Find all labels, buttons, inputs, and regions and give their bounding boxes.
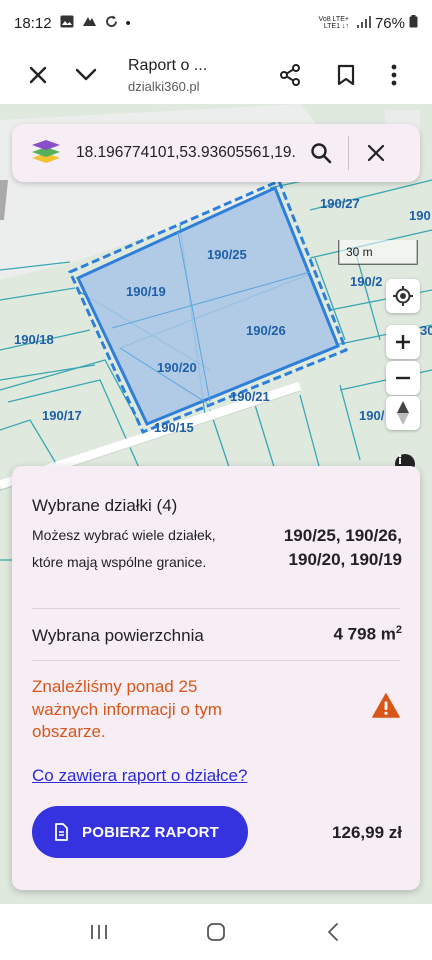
alarm-icon	[82, 14, 97, 32]
parcel-label[interactable]: 190/2	[350, 274, 383, 289]
sync-icon	[105, 15, 118, 32]
report-price: 126,99 zł	[332, 823, 402, 842]
download-report-button[interactable]: POBIERZ RAPORT	[32, 806, 248, 858]
parcel-label[interactable]: 190/21	[230, 389, 270, 404]
search-divider	[348, 136, 349, 170]
report-info-link[interactable]: Co zawiera raport o działce?	[32, 766, 247, 786]
selected-parcels: 190/25, 190/26, 190/20, 190/19	[232, 524, 402, 572]
parcel-label[interactable]: 190/15	[154, 420, 194, 435]
bookmark-icon	[337, 64, 355, 86]
clear-search-button[interactable]	[359, 136, 393, 170]
more-button[interactable]	[370, 51, 418, 99]
area-unit-exponent: 2	[395, 624, 402, 636]
network-label-bottom: LTE1 ↓↑	[323, 23, 349, 30]
divider	[32, 660, 400, 661]
selected-parcels-line: 190/25, 190/26,	[283, 526, 402, 545]
status-time: 18:12	[14, 14, 52, 32]
compass-button[interactable]	[386, 396, 420, 430]
home-icon	[207, 923, 225, 941]
selection-panel: Wybrane działki (4) Możesz wybrać wiele …	[12, 466, 420, 890]
signal-icon	[356, 15, 371, 32]
search-icon	[311, 143, 332, 164]
minus-icon	[396, 376, 410, 380]
parcel-label[interactable]: 30	[420, 323, 432, 338]
back-button[interactable]	[303, 912, 363, 952]
parcel-label[interactable]: 190/19	[126, 284, 166, 299]
selected-parcels-line: 190/20, 190/19	[288, 550, 402, 569]
close-icon	[367, 144, 385, 162]
parcel-label[interactable]: 190/27	[320, 196, 360, 211]
parcel-label[interactable]: 190	[409, 208, 431, 223]
divider	[32, 608, 400, 609]
page-title-block: Raport o ... dzialki360.pl	[110, 57, 266, 94]
download-report-label: POBIERZ RAPORT	[82, 823, 219, 841]
document-icon	[55, 823, 68, 841]
network-label-top: Vo8 LTE+	[318, 16, 349, 23]
battery-level: 76%	[374, 14, 405, 32]
recent-apps-icon	[90, 925, 107, 939]
area-number: 4 798 m	[333, 624, 396, 644]
parcel-label[interactable]: 190/	[359, 408, 384, 423]
zoom-in-button[interactable]	[386, 325, 420, 359]
info-icon	[398, 454, 402, 464]
bookmark-button[interactable]	[322, 51, 370, 99]
status-dot: •	[125, 14, 131, 32]
area-value: 4 798 m2	[333, 624, 402, 645]
info-warning: Znaleźliśmy ponad 25 ważnych informacji …	[32, 677, 222, 741]
close-button[interactable]	[14, 51, 62, 99]
more-icon	[391, 64, 397, 86]
zoom-out-button[interactable]	[386, 361, 420, 395]
collapse-button[interactable]	[62, 51, 110, 99]
locate-button[interactable]	[386, 279, 420, 313]
search-bar: 18.196774101,53.93605561,19.	[12, 124, 420, 182]
share-icon	[280, 64, 300, 86]
scale-label: 30 m	[346, 245, 373, 259]
selection-title: Wybrane działki (4)	[32, 496, 178, 515]
close-icon	[29, 66, 47, 84]
parcel-label[interactable]: 190/20	[157, 360, 197, 375]
page-title: Raport o ...	[128, 56, 208, 74]
parcel-label[interactable]: 190/26	[246, 323, 286, 338]
map-scale: 30 m	[338, 238, 418, 266]
recent-apps-button[interactable]	[69, 912, 129, 952]
battery-icon	[409, 14, 418, 32]
location-icon	[393, 286, 413, 306]
chevron-down-icon	[75, 68, 97, 81]
parcel-label[interactable]: 190/25	[207, 247, 247, 262]
page-url: dzialki360.pl	[128, 78, 200, 94]
search-button[interactable]	[304, 136, 338, 170]
plus-icon	[396, 335, 410, 349]
parcel-label[interactable]: 190/17	[42, 408, 82, 423]
system-navbar	[0, 904, 432, 960]
selection-description: Możesz wybrać wiele działek, które mają …	[32, 527, 216, 570]
search-input[interactable]: 18.196774101,53.93605561,19.	[76, 144, 304, 162]
back-icon	[328, 923, 339, 941]
parcel-label[interactable]: 190/18	[14, 332, 54, 347]
compass-icon	[397, 401, 409, 425]
browser-toolbar: Raport o ... dzialki360.pl	[0, 46, 432, 104]
area-label: Wybrana powierzchnia	[32, 626, 204, 645]
layers-icon[interactable]	[30, 137, 62, 170]
gallery-icon	[60, 15, 74, 32]
warning-icon	[372, 693, 400, 719]
home-button[interactable]	[186, 912, 246, 952]
status-bar: 18:12 • Vo8 LTE+ LTE1 ↓↑ 76%	[0, 0, 432, 46]
share-button[interactable]	[266, 51, 314, 99]
